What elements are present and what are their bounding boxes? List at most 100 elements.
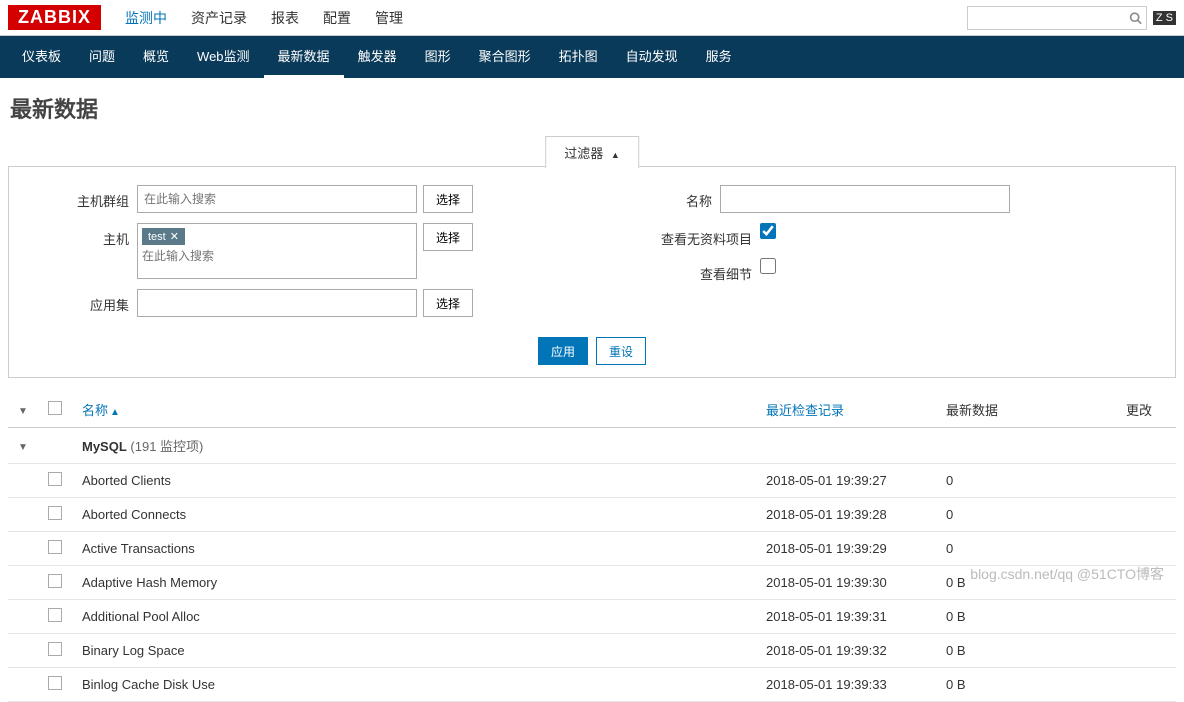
input-host-group[interactable] — [137, 185, 417, 213]
label-app: 应用集 — [39, 289, 129, 314]
search-icon — [1129, 11, 1142, 25]
checkbox-detail[interactable] — [760, 258, 776, 274]
subnav-problems[interactable]: 问题 — [75, 36, 129, 78]
subnav-latest[interactable]: 最新数据 — [264, 36, 344, 78]
host-tag-label: test — [148, 231, 166, 243]
topnav-config[interactable]: 配置 — [311, 0, 363, 36]
row-host: 主机 test ✕ 选择 — [39, 223, 562, 279]
cell-value: 0 B — [936, 566, 1116, 600]
group-row: ▼ MySQL (191 监控项) — [8, 428, 1176, 464]
cell-value: 0 B — [936, 634, 1116, 668]
row-checkbox[interactable] — [48, 608, 62, 622]
cell-name: Adaptive Hash Memory — [72, 566, 756, 600]
row-app: 应用集 选择 — [39, 289, 562, 317]
row-checkbox[interactable] — [48, 506, 62, 520]
cell-timestamp: 2018-05-01 19:39:33 — [756, 668, 936, 702]
cell-value: 0 — [936, 532, 1116, 566]
cell-value: 0 — [936, 498, 1116, 532]
cell-timestamp: 2018-05-01 19:39:31 — [756, 600, 936, 634]
row-host-group: 主机群组 选择 — [39, 185, 562, 213]
input-host-text[interactable] — [142, 249, 412, 263]
row-checkbox[interactable] — [48, 472, 62, 486]
cell-name: Active Transactions — [72, 532, 756, 566]
subnav-triggers[interactable]: 触发器 — [344, 36, 411, 78]
cell-change — [1116, 464, 1176, 498]
select-all-checkbox[interactable] — [48, 401, 62, 415]
expand-group-icon[interactable]: ▼ — [18, 442, 28, 453]
label-nodata: 查看无资料项目 — [622, 223, 752, 248]
cell-value: 0 B — [936, 600, 1116, 634]
cell-value: 0 — [936, 464, 1116, 498]
cell-timestamp: 2018-05-01 19:39:28 — [756, 498, 936, 532]
row-checkbox[interactable] — [48, 540, 62, 554]
th-name[interactable]: 名称▲ — [72, 392, 756, 428]
subnav-graphs[interactable]: 图形 — [411, 36, 465, 78]
row-name-filter: 名称 — [622, 185, 1145, 213]
input-name[interactable] — [720, 185, 1010, 213]
select-host-group-button[interactable]: 选择 — [423, 185, 473, 213]
th-latest: 最新数据 — [936, 392, 1116, 428]
sub-nav: 仪表板 问题 概览 Web监测 最新数据 触发器 图形 聚合图形 拓扑图 自动发… — [0, 36, 1184, 78]
label-detail: 查看细节 — [622, 258, 752, 283]
filter-label: 过滤器 — [564, 146, 603, 161]
cell-timestamp: 2018-05-01 19:39:27 — [756, 464, 936, 498]
top-bar: ZABBIX 监测中 资产记录 报表 配置 管理 Z S — [0, 0, 1184, 36]
row-checkbox[interactable] — [48, 642, 62, 656]
select-host-button[interactable]: 选择 — [423, 223, 473, 251]
input-host[interactable]: test ✕ — [137, 223, 417, 279]
close-icon[interactable]: ✕ — [170, 230, 179, 243]
select-app-button[interactable]: 选择 — [423, 289, 473, 317]
label-host-group: 主机群组 — [39, 185, 129, 210]
subnav-discovery[interactable]: 自动发现 — [612, 36, 692, 78]
cell-timestamp: 2018-05-01 19:39:30 — [756, 566, 936, 600]
cell-name: Aborted Connects — [72, 498, 756, 532]
zs-badge: Z S — [1153, 11, 1176, 25]
topnav-inventory[interactable]: 资产记录 — [179, 0, 259, 36]
label-host: 主机 — [39, 223, 129, 248]
reset-button[interactable]: 重设 — [596, 337, 646, 365]
subnav-overview[interactable]: 概览 — [129, 36, 183, 78]
filter-toggle[interactable]: 过滤器 ▲ — [545, 136, 639, 168]
top-right: Z S — [967, 6, 1176, 30]
data-table: ▼ 名称▲ 最近检查记录 最新数据 更改 ▼ MySQL (191 监控项) A… — [8, 392, 1176, 702]
table-row: Binlog Cache Disk Use2018-05-01 19:39:33… — [8, 668, 1176, 702]
table-row: Binary Log Space2018-05-01 19:39:320 B — [8, 634, 1176, 668]
table-row: Aborted Connects2018-05-01 19:39:280 — [8, 498, 1176, 532]
cell-name: Additional Pool Alloc — [72, 600, 756, 634]
cell-value: 0 B — [936, 668, 1116, 702]
checkbox-nodata[interactable] — [760, 223, 776, 239]
row-show-detail: 查看细节 — [622, 258, 1145, 283]
search-input[interactable] — [972, 10, 1129, 25]
subnav-dashboard[interactable]: 仪表板 — [8, 36, 75, 78]
cell-change — [1116, 668, 1176, 702]
cell-name: Binary Log Space — [72, 634, 756, 668]
row-show-nodata: 查看无资料项目 — [622, 223, 1145, 248]
filter-wrap: 过滤器 ▲ 主机群组 选择 主机 test — [8, 166, 1176, 378]
row-checkbox[interactable] — [48, 676, 62, 690]
page-title: 最新数据 — [0, 78, 1184, 138]
apply-button[interactable]: 应用 — [538, 337, 588, 365]
host-tag[interactable]: test ✕ — [142, 228, 185, 245]
table-row: Aborted Clients2018-05-01 19:39:270 — [8, 464, 1176, 498]
subnav-services[interactable]: 服务 — [692, 36, 746, 78]
label-name: 名称 — [622, 185, 712, 210]
cell-change — [1116, 600, 1176, 634]
triangle-up-icon: ▲ — [611, 150, 620, 160]
search-box[interactable] — [967, 6, 1147, 30]
topnav-reports[interactable]: 报表 — [259, 0, 311, 36]
subnav-maps[interactable]: 拓扑图 — [545, 36, 612, 78]
topnav-admin[interactable]: 管理 — [363, 0, 415, 36]
table-row: Adaptive Hash Memory2018-05-01 19:39:300… — [8, 566, 1176, 600]
th-change: 更改 — [1116, 392, 1176, 428]
expand-all-icon[interactable]: ▼ — [18, 406, 28, 417]
input-app[interactable] — [137, 289, 417, 317]
subnav-screens[interactable]: 聚合图形 — [465, 36, 545, 78]
cell-timestamp: 2018-05-01 19:39:29 — [756, 532, 936, 566]
top-nav: 监测中 资产记录 报表 配置 管理 — [113, 0, 415, 36]
group-name: MySQL — [82, 439, 127, 454]
cell-change — [1116, 634, 1176, 668]
topnav-monitoring[interactable]: 监测中 — [113, 0, 179, 36]
row-checkbox[interactable] — [48, 574, 62, 588]
th-last-check[interactable]: 最近检查记录 — [756, 392, 936, 428]
subnav-web[interactable]: Web监测 — [183, 36, 264, 78]
